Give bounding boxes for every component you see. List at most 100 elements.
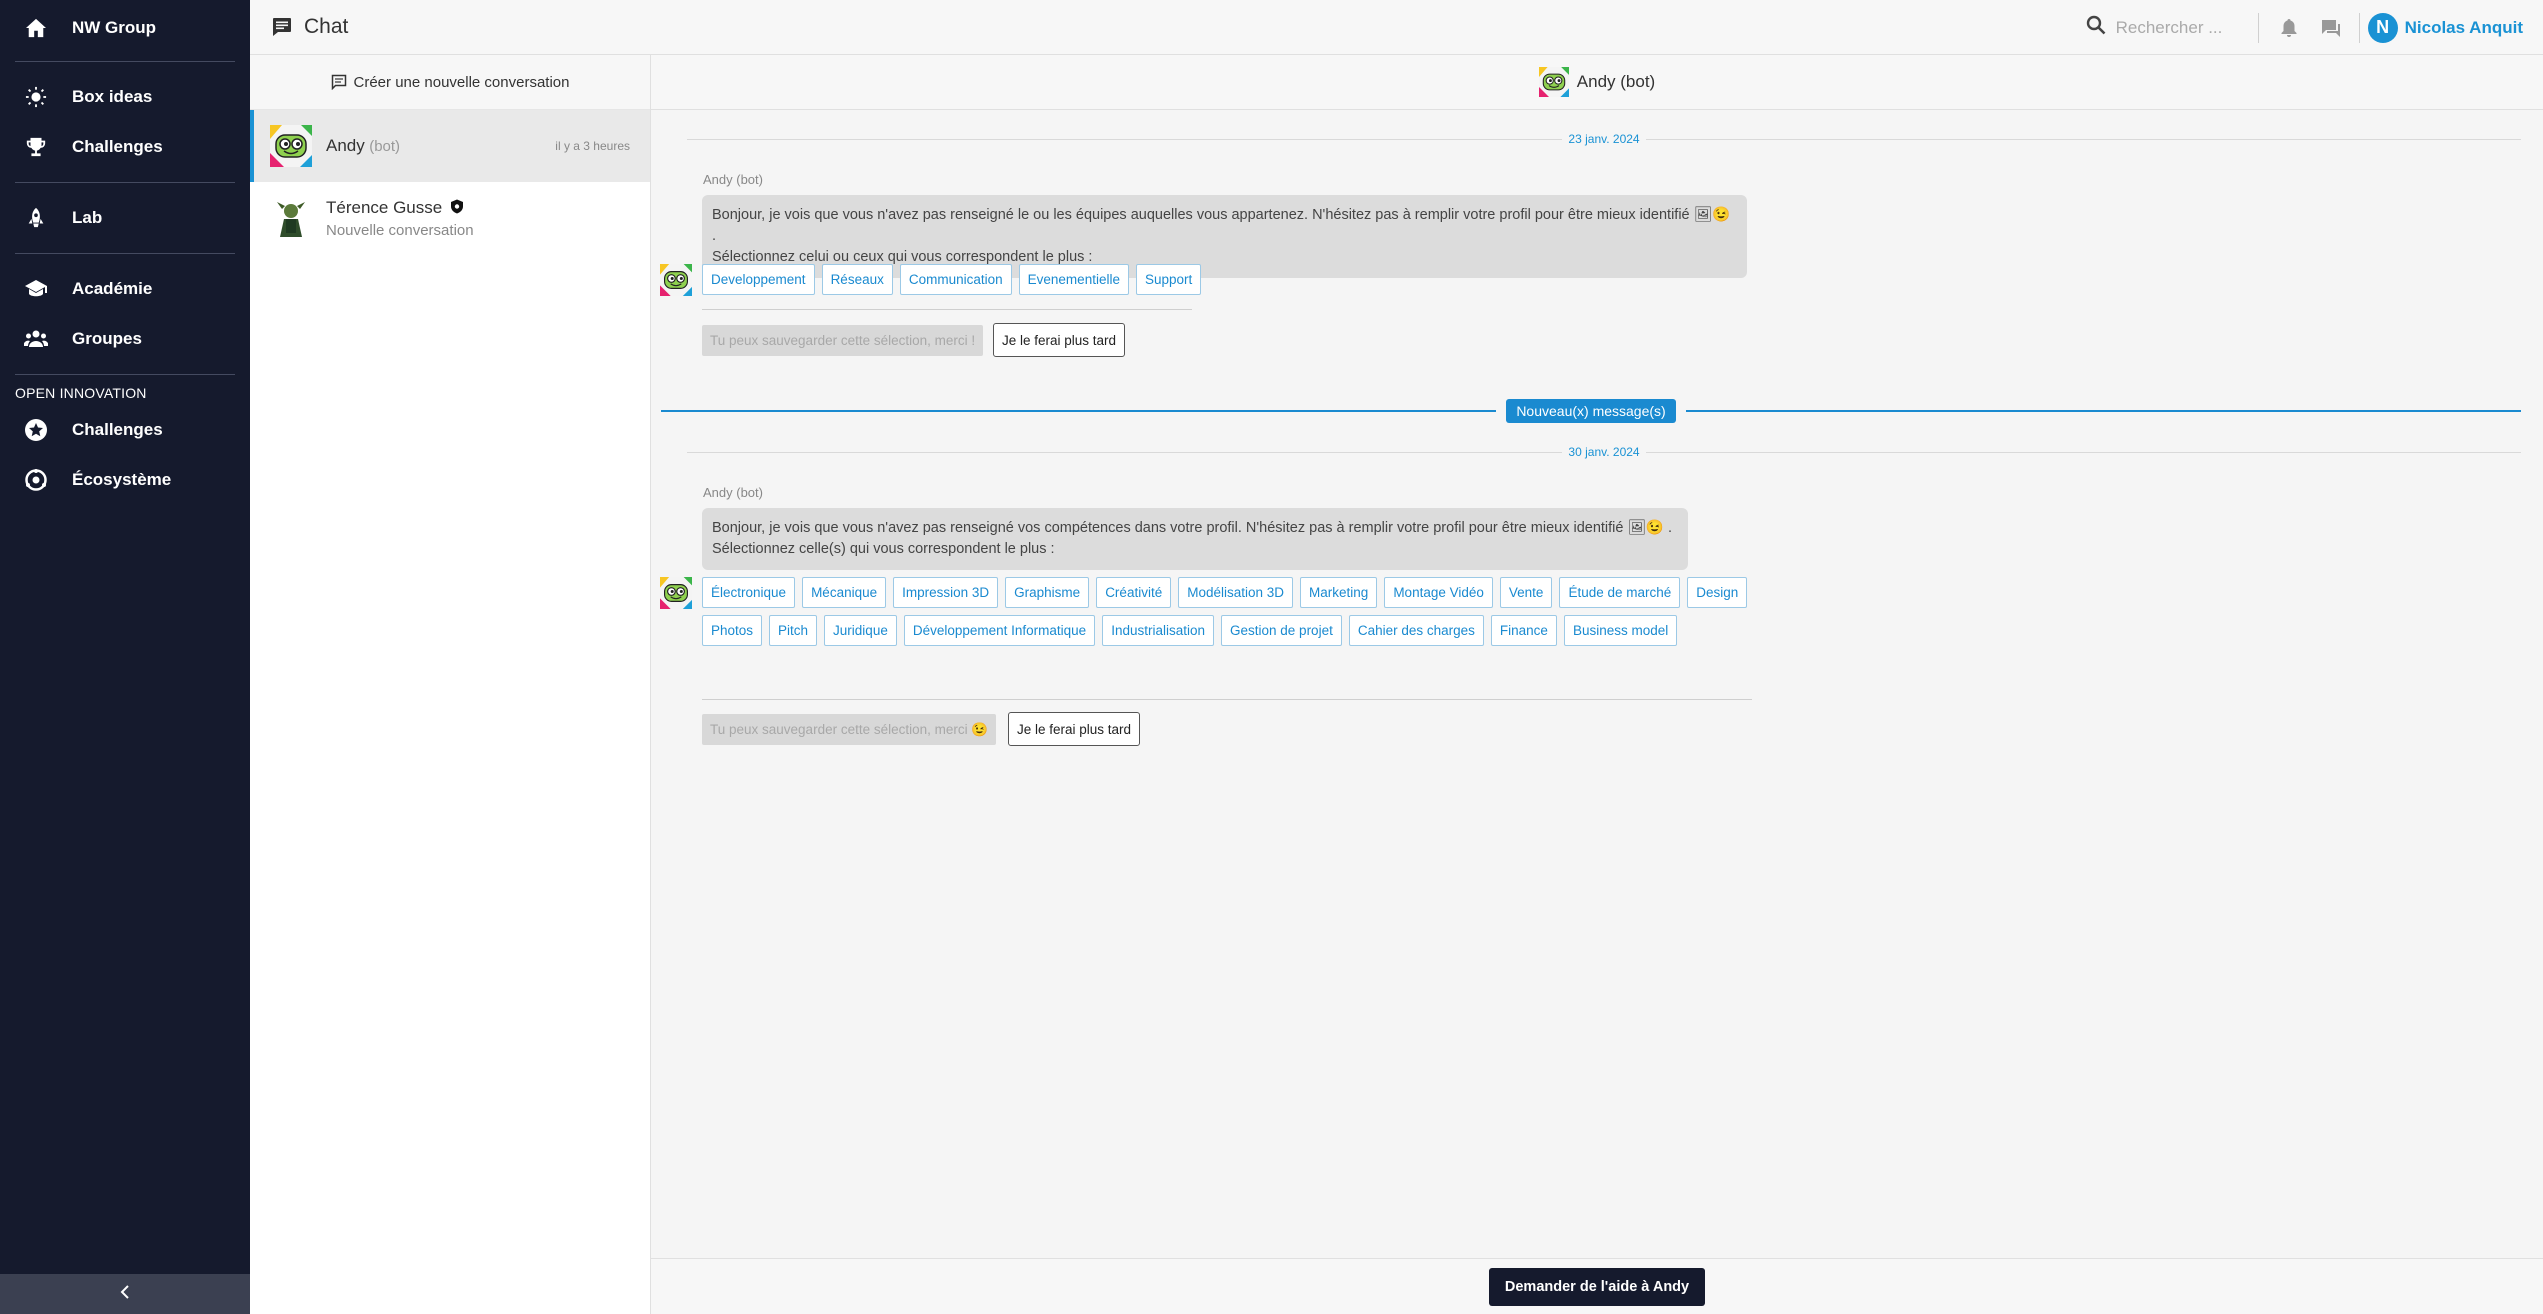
option-chip[interactable]: Business model — [1563, 615, 1678, 646]
option-chips: Électronique Mécanique Impression 3D Graphi… — [702, 577, 1752, 646]
option-chip[interactable]: Design — [1687, 577, 1748, 608]
divider — [15, 253, 235, 254]
divider — [702, 309, 1192, 310]
sidebar-item-label: Écosystème — [72, 470, 172, 489]
conversation-list: Créer une nouvelle conversation Andy (bo… — [250, 55, 651, 1314]
user-menu[interactable]: N Nicolas Anquit — [2367, 12, 2523, 43]
sidebar-item-academie[interactable]: Académie — [0, 264, 250, 314]
new-chat-icon — [331, 74, 347, 90]
search-input[interactable] — [2115, 17, 2236, 38]
bot-avatar-icon — [660, 264, 692, 296]
new-conversation-button[interactable]: Créer une nouvelle conversation — [250, 55, 650, 110]
verified-shield-icon — [447, 199, 464, 217]
bot-avatar-icon — [660, 577, 692, 609]
sidebar-item-groupes[interactable]: Groupes — [0, 314, 250, 364]
sidebar-item-lab[interactable]: Lab — [0, 193, 250, 243]
option-chip[interactable]: Developpement — [702, 264, 815, 295]
wink-emoji-icon: 😉 — [1645, 520, 1664, 536]
option-chip[interactable]: Juridique — [824, 615, 897, 646]
new-messages-divider: Nouveau(x) message(s) — [661, 398, 2522, 424]
sidebar-item-home[interactable]: NW Group — [0, 3, 250, 53]
conversation-item-andy[interactable]: Andy (bot) il y a 3 heures — [250, 110, 650, 182]
messages-icon[interactable] — [2317, 14, 2345, 42]
bot-avatar-icon — [1538, 67, 1569, 97]
conversation-name: Andy — [326, 136, 365, 155]
brand-name: NW Group — [72, 18, 157, 37]
sidebar-item-ecosysteme[interactable]: Écosystème — [0, 455, 250, 505]
sidebar-item-label: Challenges — [72, 420, 163, 439]
option-chip[interactable]: Photos — [702, 615, 763, 646]
trophy-icon — [24, 135, 48, 159]
chat-icon — [272, 16, 294, 38]
option-chip[interactable]: Modélisation 3D — [1178, 577, 1294, 608]
group-icon — [24, 327, 48, 351]
option-chip[interactable]: Impression 3D — [893, 577, 999, 608]
graduation-cap-icon — [24, 277, 48, 301]
option-chip[interactable]: Créativité — [1096, 577, 1172, 608]
top-bar: Chat N Nicolas Anquit — [250, 0, 2543, 55]
message-author: Andy (bot) — [703, 485, 763, 500]
home-icon — [24, 16, 48, 40]
option-chip[interactable]: Développement Informatique — [903, 615, 1096, 646]
save-selection-button[interactable]: Tu peux sauvegarder cette sélection, mer… — [702, 714, 997, 745]
chat-header: Andy (bot) — [651, 55, 2543, 110]
message-text: Sélectionnez celle(s) qui vous correspon… — [712, 541, 1055, 557]
page-title: Chat — [304, 15, 349, 38]
sidebar-collapse-button[interactable] — [0, 1274, 250, 1314]
sidebar-item-label: Lab — [72, 208, 103, 227]
ecosystem-icon — [24, 468, 48, 492]
option-chip[interactable]: Électronique — [702, 577, 796, 608]
ask-andy-help-button[interactable]: Demander de l'aide à Andy — [1488, 1267, 1706, 1306]
lightbulb-icon — [24, 85, 48, 109]
date-separator: 30 janv. 2024 — [687, 442, 2522, 462]
option-chip[interactable]: Gestion de projet — [1221, 615, 1342, 646]
star-badge-icon — [24, 418, 48, 442]
bell-icon[interactable] — [2275, 14, 2303, 42]
sidebar-item-open-challenges[interactable]: Challenges — [0, 405, 250, 455]
divider — [2257, 12, 2259, 43]
later-button[interactable]: Je le ferai plus tard — [993, 323, 1126, 357]
new-messages-badge: Nouveau(x) message(s) — [1506, 399, 1676, 423]
option-chip[interactable]: Support — [1135, 264, 1202, 295]
option-chip[interactable]: Montage Vidéo — [1384, 577, 1493, 608]
wink-emoji-icon: 😉 — [1712, 207, 1731, 223]
divider — [15, 61, 235, 62]
option-chip[interactable]: Industrialisation — [1102, 615, 1215, 646]
option-chip[interactable]: Communication — [899, 264, 1012, 295]
search-icon[interactable] — [2086, 15, 2106, 40]
conversation-subtitle: Nouvelle conversation — [326, 221, 474, 239]
option-chip[interactable]: Finance — [1490, 615, 1557, 646]
broken-image-icon: 🖼 — [1693, 207, 1713, 223]
message-bubble: Bonjour, je vois que vous n'avez pas ren… — [702, 508, 1688, 570]
sidebar: NW Group Box ideas Challenges Lab Académ… — [0, 0, 250, 1314]
message-author: Andy (bot) — [703, 172, 763, 187]
option-chip[interactable]: Cahier des charges — [1348, 615, 1484, 646]
chat-footer: Demander de l'aide à Andy — [651, 1258, 2543, 1314]
conversation-time: il y a 3 heures — [555, 139, 630, 153]
sidebar-item-label: Box ideas — [72, 87, 153, 106]
later-button[interactable]: Je le ferai plus tard — [1008, 712, 1141, 746]
bot-tag: (bot) — [369, 138, 401, 155]
option-chip[interactable]: Evenementielle — [1018, 264, 1129, 295]
date-label: 30 janv. 2024 — [1568, 445, 1640, 459]
bot-avatar-icon — [270, 125, 312, 167]
option-chip[interactable]: Marketing — [1300, 577, 1378, 608]
option-chip[interactable]: Réseaux — [821, 264, 893, 295]
divider — [15, 182, 235, 183]
rocket-icon — [24, 206, 48, 230]
option-chip[interactable]: Vente — [1499, 577, 1553, 608]
option-chip[interactable]: Pitch — [769, 615, 818, 646]
option-chip[interactable]: Étude de marché — [1559, 577, 1681, 608]
option-chip[interactable]: Graphisme — [1005, 577, 1090, 608]
chevron-left-icon — [119, 1284, 131, 1304]
save-selection-button[interactable]: Tu peux sauvegarder cette sélection, mer… — [702, 325, 984, 356]
conversation-item-terence[interactable]: Térence Gusse Nouvelle conversation — [250, 182, 650, 254]
date-label: 23 janv. 2024 — [1568, 132, 1640, 146]
sidebar-item-challenges[interactable]: Challenges — [0, 122, 250, 172]
sidebar-item-label: Groupes — [72, 329, 142, 348]
option-chip[interactable]: Mécanique — [802, 577, 887, 608]
sidebar-item-box-ideas[interactable]: Box ideas — [0, 72, 250, 122]
section-title: OPEN INNOVATION — [15, 385, 147, 401]
new-conversation-label: Créer une nouvelle conversation — [353, 73, 570, 91]
avatar: N — [2367, 12, 2398, 43]
